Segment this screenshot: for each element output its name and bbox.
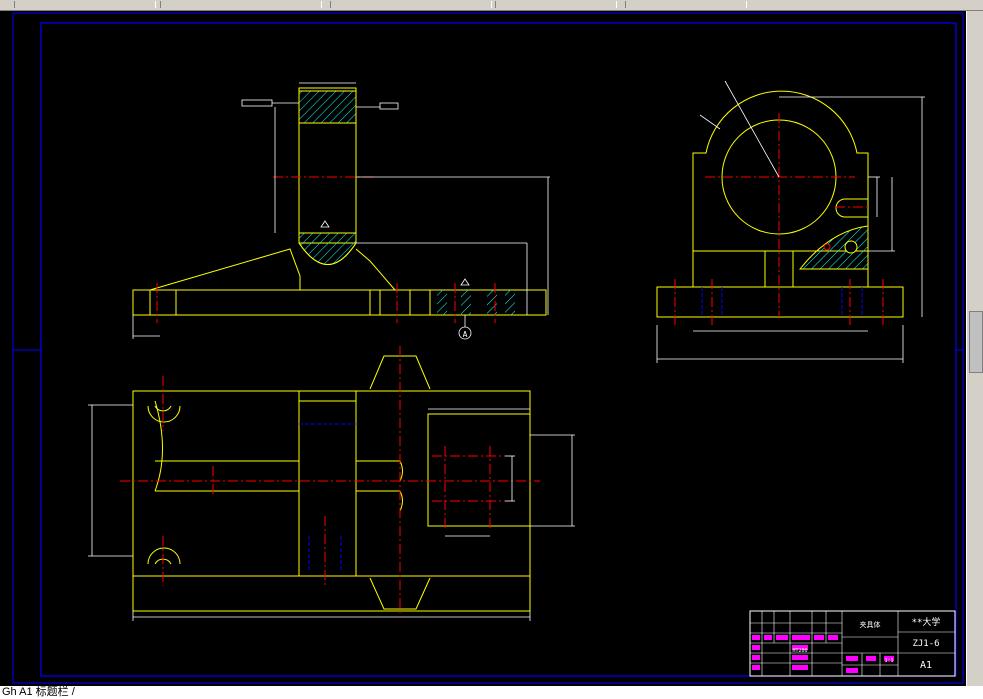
title-block[interactable]: 夹具体 **大学 ZJ1-6 A1 1:1 HT200	[749, 610, 956, 677]
toolbar-field[interactable]	[14, 1, 156, 8]
sheet-size: A1	[920, 660, 932, 671]
part-name: 夹具体	[860, 620, 881, 629]
top-view-hidden-lines	[299, 423, 356, 571]
drawing-canvas[interactable]: A 夹具体 **大学 ZJ1-6 A1 1:1 HT200	[0, 11, 966, 686]
side-view[interactable]	[656, 90, 904, 318]
drawing-number: ZJ1-6	[912, 639, 939, 649]
toolbar-strip	[0, 0, 983, 11]
side-view-hidden-lines	[701, 287, 863, 317]
front-view-hatching	[298, 90, 515, 315]
section-marker: A	[463, 330, 468, 339]
command-line[interactable]: Gh A1 标题栏 /	[0, 686, 983, 699]
side-view-hatching	[798, 225, 869, 270]
drawing-frame	[12, 12, 964, 684]
side-view-centerlines	[674, 113, 884, 325]
top-view-dimensions	[88, 404, 575, 621]
side-view-dimensions	[656, 80, 925, 363]
toolbar-field[interactable]	[330, 1, 492, 8]
school-name: **大学	[912, 616, 941, 628]
top-view[interactable]	[132, 355, 531, 612]
toolbar-field[interactable]	[160, 1, 322, 8]
scale-value: 1:1	[884, 658, 893, 664]
title-block-small-labels	[752, 635, 894, 673]
material-value: HT200	[792, 648, 807, 654]
scrollbar-thumb[interactable]	[969, 311, 983, 373]
toolbar-field[interactable]	[495, 1, 617, 8]
vertical-scrollbar[interactable]	[966, 11, 983, 686]
toolbar-field[interactable]	[625, 1, 747, 8]
